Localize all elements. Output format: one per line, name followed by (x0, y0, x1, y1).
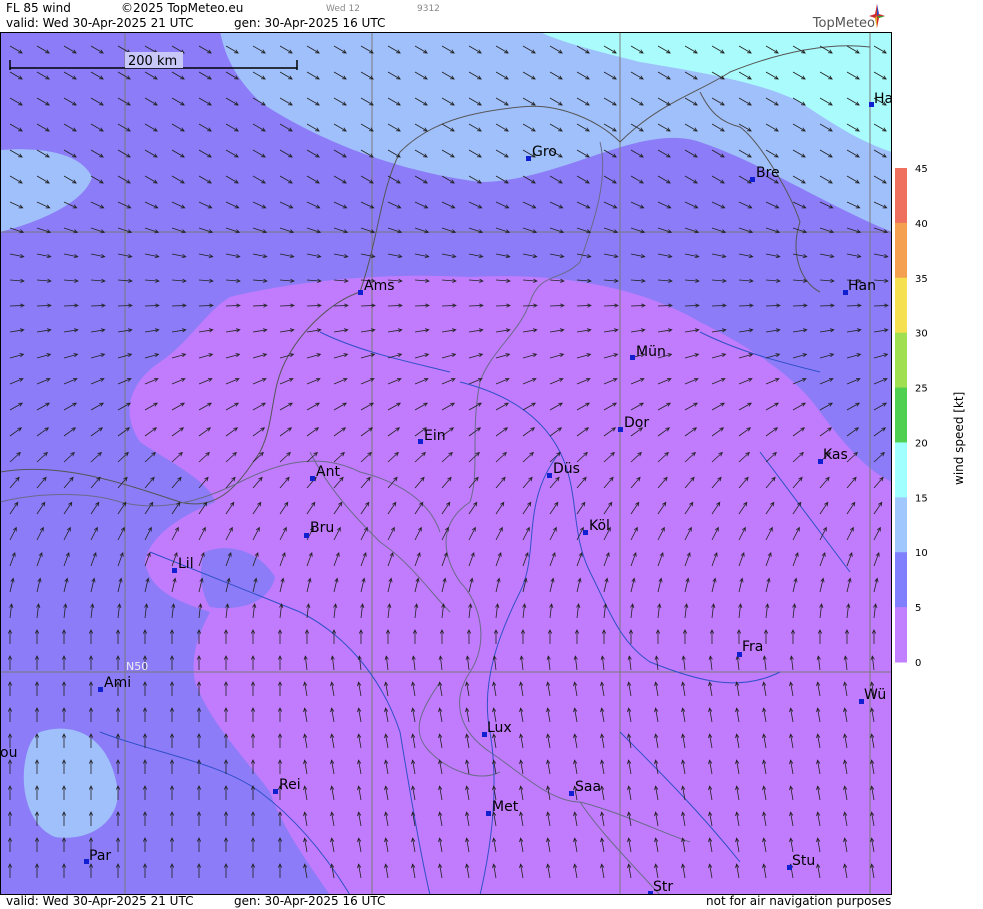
svg-text:Ein: Ein (424, 428, 446, 444)
legend-swatch (895, 332, 907, 389)
svg-text:Rei: Rei (279, 777, 301, 793)
svg-text:Mün: Mün (636, 344, 666, 360)
svg-text:Fra: Fra (742, 639, 763, 655)
valid-time: valid: Wed 30-Apr-2025 21 UTC (6, 16, 194, 30)
wind-speed-legend: 45 40 35 30 25 20 15 10 5 0 (895, 164, 928, 669)
city-kas: Kas (818, 447, 848, 464)
copyright: ©2025 TopMeteo.eu (121, 1, 244, 15)
legend-swatch (895, 497, 907, 553)
svg-text:Bre: Bre (756, 165, 780, 181)
legend-tick-label: 30 (915, 329, 928, 340)
legend-tick-label: 45 (915, 164, 928, 175)
legend-tick-label: 40 (915, 219, 928, 230)
svg-text:Düs: Düs (553, 461, 580, 477)
legend-tick-label: 15 (915, 493, 928, 504)
svg-text:Dor: Dor (624, 415, 649, 431)
product-title: FL 85 wind (6, 1, 71, 15)
legend-tick-label: 5 (915, 603, 921, 614)
svg-text:Saa: Saa (575, 779, 601, 795)
svg-text:Ams: Ams (364, 278, 395, 294)
svg-text:Ha: Ha (874, 91, 892, 107)
city-ams: Ams (358, 278, 395, 295)
city-stu: Stu (787, 853, 815, 870)
svg-text:Gro: Gro (532, 144, 557, 160)
legend-tick-label: 20 (915, 438, 928, 449)
city-han: Han (843, 278, 876, 295)
legend-tick-label: 35 (915, 274, 928, 285)
map-footer: valid: Wed 30-Apr-2025 21 UTC gen: 30-Ap… (0, 894, 892, 909)
legend-swatch (895, 222, 907, 279)
logo-text: TopMeteo (812, 16, 875, 31)
footer-generated-time: gen: 30-Apr-2025 16 UTC (234, 894, 386, 908)
svg-text:Köl: Köl (589, 518, 610, 534)
svg-text:ou: ou (0, 745, 17, 761)
legend-swatch (895, 552, 907, 608)
map-header: FL 85 wind ©2025 TopMeteo.eu Wed 12 9312… (0, 0, 892, 32)
city-wu: Wü (859, 687, 886, 704)
legend-color-bar (895, 168, 907, 663)
svg-text:Par: Par (89, 848, 111, 864)
city-mun: Mün (630, 344, 666, 360)
legend-tick-label: 0 (915, 658, 921, 669)
legend-swatch (895, 442, 907, 498)
svg-text:Lil: Lil (178, 556, 194, 572)
legend-tick-label: 10 (915, 548, 928, 559)
wind-map[interactable]: 200 km N50 Gro Ha Bre Ams Han Mün Dor Ei… (0, 32, 892, 895)
city-ou: ou (0, 745, 17, 761)
legend-tick-label: 25 (915, 384, 928, 395)
footer-valid-time: valid: Wed 30-Apr-2025 21 UTC (6, 894, 194, 908)
code-label: 9312 (417, 4, 440, 14)
footer-disclaimer: not for air navigation purposes (706, 894, 892, 908)
svg-text:Han: Han (848, 278, 876, 294)
latitude-label: N50 (126, 660, 148, 673)
svg-text:Lux: Lux (487, 720, 512, 736)
generated-time: gen: 30-Apr-2025 16 UTC (234, 16, 386, 30)
city-par: Par (84, 848, 111, 864)
svg-text:Str: Str (653, 879, 673, 895)
legend-ticks: 45 40 35 30 25 20 15 10 5 0 (915, 164, 928, 669)
city-lux: Lux (482, 720, 512, 737)
legend-swatch (895, 387, 907, 443)
svg-text:Met: Met (492, 799, 519, 815)
svg-text:Ant: Ant (316, 464, 340, 480)
legend-title: wind speed [kt] (952, 391, 966, 485)
day-label: Wed 12 (326, 4, 360, 14)
svg-text:Wü: Wü (864, 687, 886, 703)
scale-label: 200 km (128, 54, 177, 69)
svg-text:Ami: Ami (104, 675, 131, 691)
svg-text:Kas: Kas (823, 447, 848, 463)
topmeteo-logo: TopMeteo (797, 2, 887, 32)
svg-text:Bru: Bru (310, 520, 334, 536)
legend-swatch (895, 277, 907, 334)
legend-swatch (895, 607, 907, 663)
svg-text:Stu: Stu (792, 853, 815, 869)
legend-swatch (895, 168, 907, 224)
